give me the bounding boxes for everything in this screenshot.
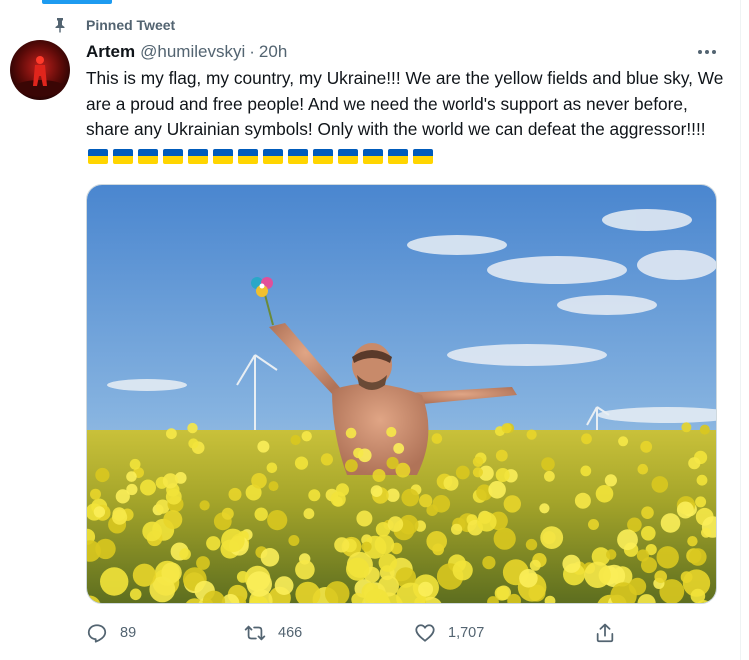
- timestamp[interactable]: 20h: [259, 42, 287, 62]
- tweet-photo[interactable]: [86, 184, 717, 604]
- ukraine-flag-emojis: [88, 148, 433, 164]
- ukraine-flag-emoji: [88, 148, 108, 164]
- ukraine-flag-emoji: [163, 148, 183, 164]
- ukraine-flag-emoji: [363, 148, 383, 164]
- reply-icon: [87, 624, 107, 643]
- ukraine-flag-emoji: [313, 148, 333, 164]
- more-icon: [698, 50, 716, 54]
- retweet-icon: [244, 625, 266, 641]
- author-handle[interactable]: @humilevskyi: [140, 42, 245, 62]
- pinned-tweet-label: Pinned Tweet: [52, 14, 175, 36]
- ukraine-flag-emoji: [188, 148, 208, 164]
- ukraine-flag-emoji: [213, 148, 233, 164]
- tweet-text: This is my flag, my country, my Ukraine!…: [86, 66, 726, 168]
- retweet-button[interactable]: 466: [244, 618, 302, 648]
- reply-count: 89: [120, 625, 137, 641]
- heart-icon: [415, 624, 435, 642]
- ukraine-flag-emoji: [113, 148, 133, 164]
- more-options-button[interactable]: [694, 42, 720, 62]
- ukraine-flag-emoji: [263, 148, 283, 164]
- separator-dot: ·: [249, 42, 255, 61]
- tweet-header: Artem @humilevskyi · 20h: [86, 41, 287, 63]
- reply-button[interactable]: 89: [86, 618, 136, 648]
- avatar[interactable]: [10, 40, 70, 100]
- author-name[interactable]: Artem: [86, 42, 135, 62]
- share-button[interactable]: [594, 618, 628, 648]
- tweet-text-content: This is my flag, my country, my Ukraine!…: [86, 68, 724, 139]
- avatar-image: [10, 40, 70, 100]
- ukraine-flag-emoji: [413, 148, 433, 164]
- ukraine-flag-emoji: [138, 148, 158, 164]
- tweet-actions: 89 466 1,707: [86, 618, 726, 648]
- pin-icon: [55, 18, 65, 33]
- column-divider: [740, 0, 741, 660]
- like-button[interactable]: 1,707: [414, 618, 484, 648]
- tab-active-indicator: [42, 0, 112, 4]
- photo-man-in-rapeseed-field: [87, 185, 716, 603]
- pinned-label-text: Pinned Tweet: [86, 17, 176, 33]
- ukraine-flag-emoji: [338, 148, 358, 164]
- share-icon: [596, 623, 614, 643]
- ukraine-flag-emoji: [288, 148, 308, 164]
- ukraine-flag-emoji: [238, 148, 258, 164]
- like-count: 1,707: [448, 625, 485, 641]
- retweet-count: 466: [278, 625, 303, 641]
- ukraine-flag-emoji: [388, 148, 408, 164]
